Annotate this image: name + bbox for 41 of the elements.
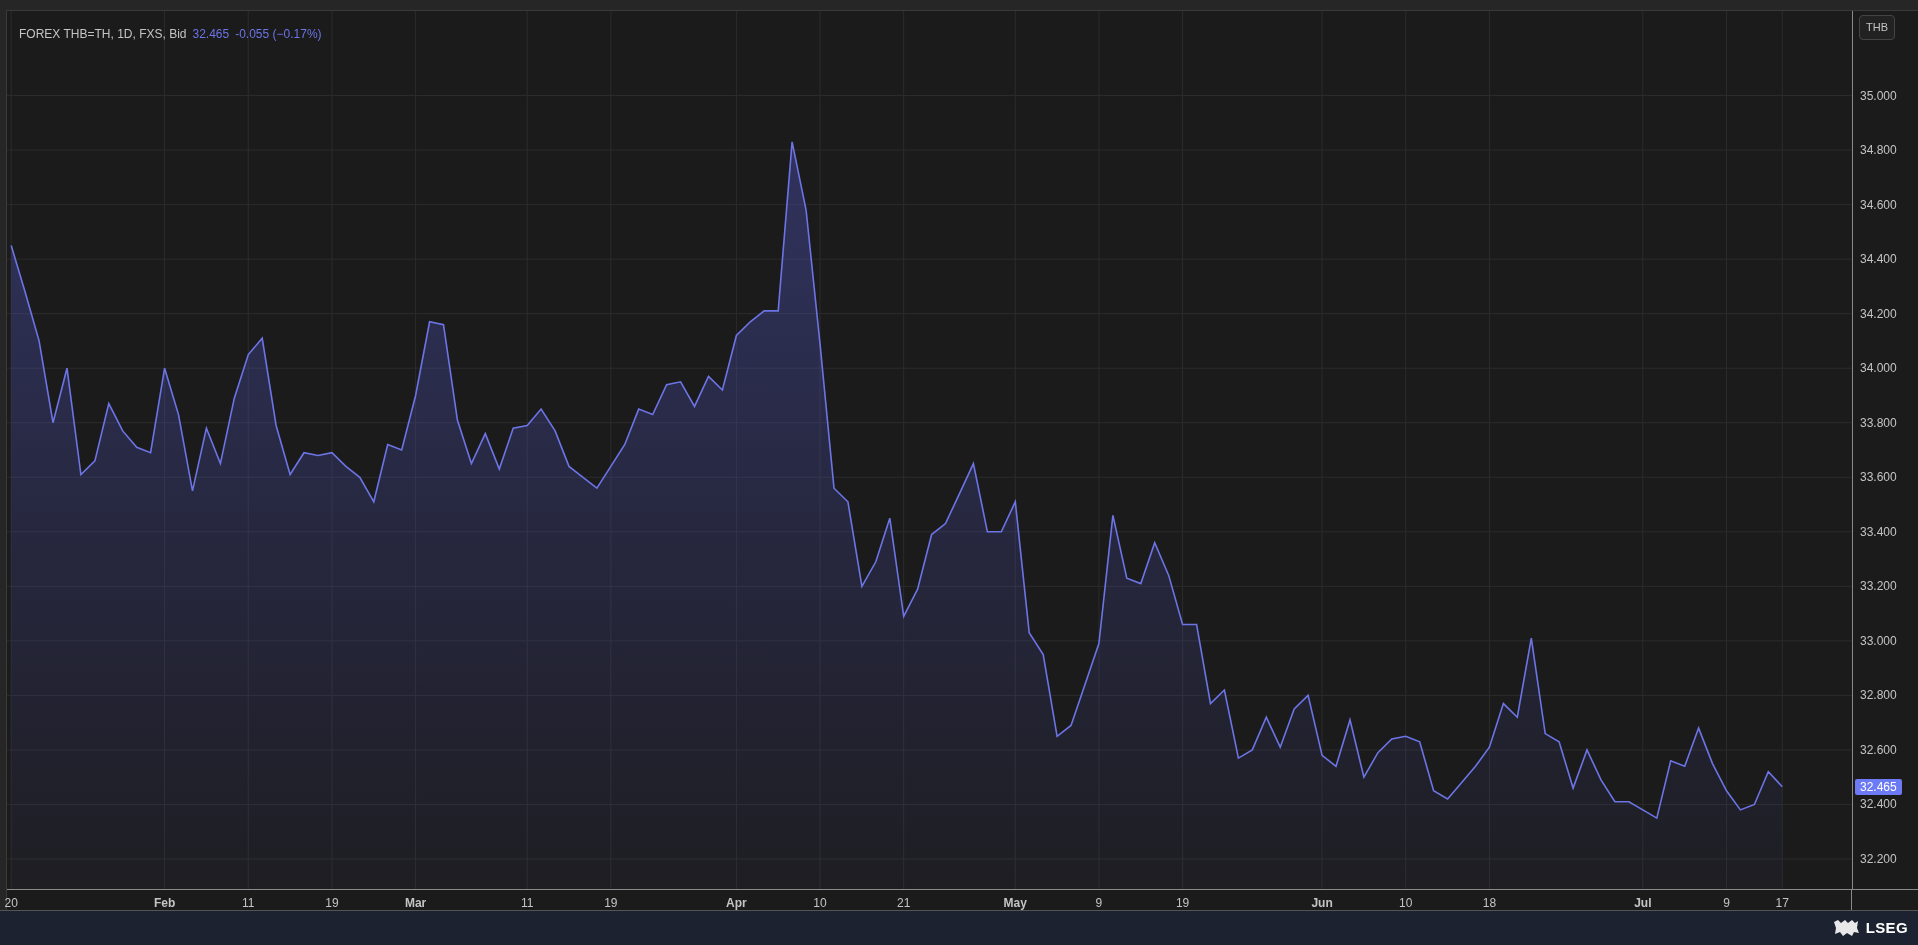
axis-label: 11 <box>242 895 255 912</box>
axis-label: 17 <box>1775 895 1789 912</box>
currency-button[interactable]: THB <box>1859 15 1895 40</box>
logo-text: LSEG <box>1865 917 1908 938</box>
symbol-label: FOREX THB=TH, 1D, FXS, Bid <box>19 26 187 43</box>
axis-label: 10 <box>813 895 827 912</box>
axis-label: Mar <box>404 895 427 912</box>
price-change: -0.055 (−0.17%) <box>235 26 322 43</box>
axis-label: 9 <box>1095 895 1103 912</box>
axis-label: 33.200 <box>1860 579 1897 594</box>
axis-label: 9 <box>1723 895 1730 912</box>
axis-label: 32.200 <box>1860 852 1897 866</box>
axis-label: May <box>1003 895 1027 912</box>
crest-icon <box>1831 919 1860 937</box>
axis-label: 35.000 <box>1860 88 1897 103</box>
axis-label: Jun <box>1311 895 1333 912</box>
axis-label: Feb <box>153 895 176 912</box>
axis-label: 34.200 <box>1860 306 1897 321</box>
last-price-label: 32.465 <box>1855 778 1902 795</box>
axis-label: 11 <box>520 895 534 912</box>
axis-label: Apr <box>726 895 747 912</box>
axis-label: 19 <box>325 895 339 912</box>
axis-label: 34.600 <box>1860 197 1897 212</box>
axis-label: 21 <box>897 895 911 912</box>
axis-label: 34.800 <box>1860 143 1897 158</box>
axis-label: 34.400 <box>1860 252 1897 267</box>
axis-label: 33.000 <box>1860 633 1897 648</box>
axis-label: 32.400 <box>1860 797 1897 812</box>
axis-label: 33.800 <box>1860 415 1897 430</box>
axis-label: 19 <box>1175 895 1190 912</box>
axis-label: 34.000 <box>1860 361 1897 376</box>
axis-label: 18 <box>1482 895 1497 912</box>
axis-label: 19 <box>604 895 618 912</box>
axis-label: 20 <box>4 895 18 912</box>
axis-label: 10 <box>1399 895 1413 912</box>
axis-label: 32.600 <box>1860 742 1897 757</box>
last-price: 32.465 <box>192 26 230 43</box>
axis-label: 33.400 <box>1860 524 1897 539</box>
axis-label: 32.800 <box>1860 688 1897 703</box>
axis-label: Jul <box>1634 895 1652 912</box>
axis-label: 33.600 <box>1860 470 1897 485</box>
